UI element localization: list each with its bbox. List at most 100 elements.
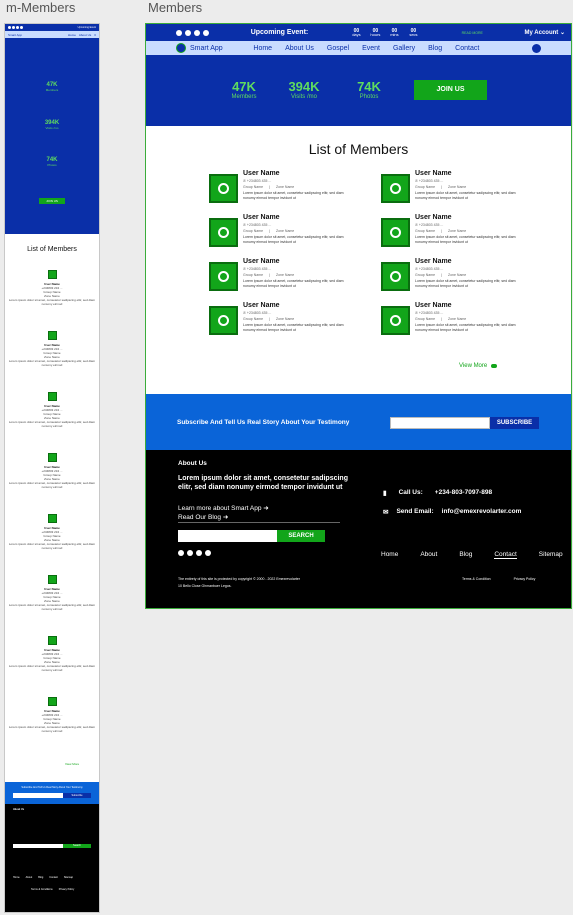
mobile-member-card[interactable]: User Name +234803 234 ... Group Name Zone N…: [5, 270, 99, 306]
nav-gallery[interactable]: Gallery: [393, 45, 415, 52]
mobile-footer-about[interactable]: About: [26, 876, 33, 879]
member-avatar: [47, 270, 57, 279]
facebook-icon[interactable]: [178, 550, 184, 556]
instagram-icon[interactable]: [194, 29, 200, 36]
mobile-nav-home[interactable]: Home: [68, 33, 76, 37]
terms-link[interactable]: Terms & Condition: [462, 577, 491, 581]
user-profile-icon[interactable]: [532, 43, 541, 53]
nav-blog[interactable]: Blog: [428, 45, 442, 52]
nav-event[interactable]: Event: [362, 45, 380, 52]
learn-more-link[interactable]: Learn more about Smart App ➜: [178, 504, 269, 513]
mobile-member-card[interactable]: User Name +234803 234 ... Group Name Zone N…: [5, 636, 99, 672]
call-us: ▮ Call Us: +234-803-7097-898: [383, 489, 492, 497]
mobile-footer-links: Home About Blog Contact Sitemap: [13, 876, 73, 879]
member-card[interactable]: User Name ✆ +234803 435 ... Group Name | Zon…: [209, 258, 359, 292]
mobile-member-card[interactable]: User Name +234803 234 ... Group Name Zone N…: [5, 514, 99, 550]
whatsapp-icon[interactable]: [20, 26, 23, 29]
join-us-button[interactable]: JOIN US: [414, 80, 487, 100]
mobile-subscribe-button[interactable]: Subscribe: [63, 793, 91, 798]
mobile-search-button[interactable]: Search: [63, 844, 91, 848]
mobile-member-card[interactable]: User Name +234803 234 ... Group Name Zone N…: [5, 697, 99, 733]
nav-contact[interactable]: Contact: [455, 45, 479, 52]
facebook-icon[interactable]: [176, 29, 182, 36]
footer-social-icons: [178, 550, 211, 556]
member-description: Lorem ipsum dolor sit amet, consetetur s…: [8, 725, 96, 733]
member-avatar: [209, 262, 238, 291]
mobile-footer-sitemap[interactable]: Sitemap: [64, 876, 73, 879]
email-value[interactable]: info@emexrevolarter.com: [442, 508, 522, 516]
mobile-member-card[interactable]: User Name +234803 234 ... Group Name Zone N…: [5, 453, 99, 489]
mobile-privacy-link[interactable]: Privacy Policy: [59, 888, 75, 891]
mobile-footer-blog[interactable]: Blog: [38, 876, 43, 879]
mobile-join-button[interactable]: JOIN US: [39, 198, 65, 204]
phone-icon: ▮: [383, 490, 387, 497]
footer-about[interactable]: About: [420, 551, 437, 559]
mobile-search-input[interactable]: [13, 844, 63, 848]
nav-about-us[interactable]: About Us: [285, 45, 314, 52]
youtube-icon[interactable]: [185, 29, 191, 36]
mobile-member-card[interactable]: User Name +234803 234 ... Group Name Zone N…: [5, 575, 99, 611]
member-avatar: [381, 306, 410, 335]
stat-members: 47K Members: [231, 79, 257, 100]
member-card[interactable]: User Name ✆ +234803 435 ... Group Name | Zon…: [381, 170, 531, 204]
mobile-hero: 47K Members 394K Visits /mo 74K Photos JOIN…: [5, 38, 99, 234]
search-icon: [390, 271, 401, 282]
brand[interactable]: Smart App: [176, 43, 223, 53]
search-icon: [390, 315, 401, 326]
email-label: Send Email:: [396, 508, 434, 515]
nav-links: Home About Us Gospel Event Gallery Blog …: [253, 45, 479, 52]
mobile-terms-link[interactable]: Terms & Conditions: [31, 888, 53, 891]
footer-links: Home About Blog Contact Sitemap: [381, 551, 563, 559]
read-more-link[interactable]: READ MORE: [462, 31, 483, 35]
brand-name: Smart App: [190, 44, 223, 52]
footer-contact[interactable]: Contact: [494, 551, 517, 559]
member-name: User Name: [415, 258, 452, 265]
member-description: Lorem ipsum dolor sit amet, consetetur s…: [243, 235, 344, 244]
facebook-icon[interactable]: [8, 26, 11, 29]
member-card[interactable]: User Name ✆ +234803 435 ... Group Name | Zon…: [209, 170, 359, 204]
subscribe-button[interactable]: SUBSCRIBE: [490, 417, 539, 429]
member-description: Lorem ipsum dolor sit amet, consetetur s…: [415, 279, 516, 288]
youtube-icon[interactable]: [12, 26, 15, 29]
nav-gospel[interactable]: Gospel: [327, 45, 349, 52]
read-blog-link[interactable]: Read Our Blog ➜: [178, 513, 269, 522]
member-name: User Name: [243, 258, 280, 265]
mobile-subscribe-input[interactable]: [13, 793, 63, 798]
mobile-brand[interactable]: Smart App: [8, 33, 22, 37]
mobile-footer: About Us Search Home About Blog Contact …: [5, 804, 99, 912]
footer-home[interactable]: Home: [381, 551, 398, 559]
member-group-zone: Group Name | Zone Name: [415, 229, 467, 233]
mobile-footer-home[interactable]: Home: [13, 876, 20, 879]
call-value[interactable]: +234-803-7097-898: [435, 489, 492, 497]
member-card[interactable]: User Name ✆ +234803 435 ... Group Name | Zon…: [381, 302, 531, 336]
nav-home[interactable]: Home: [253, 45, 272, 52]
whatsapp-icon[interactable]: [203, 29, 209, 36]
search-icon: [218, 183, 229, 194]
youtube-icon[interactable]: [187, 550, 193, 556]
mobile-nav-about[interactable]: About Us: [79, 33, 91, 37]
mobile-about-title: About Us: [13, 808, 25, 811]
footer-blog[interactable]: Blog: [459, 551, 472, 559]
instagram-icon[interactable]: [16, 26, 19, 29]
footer-search-input[interactable]: [178, 530, 277, 542]
footer: About Us Lorem ipsum dolor sit amet, con…: [146, 450, 571, 608]
mobile-frame-label: m-Members: [6, 0, 76, 15]
member-card[interactable]: User Name ✆ +234803 435 ... Group Name | Zon…: [381, 214, 531, 248]
mobile-member-card[interactable]: User Name +234803 234 ... Group Name Zone N…: [5, 392, 99, 428]
instagram-icon[interactable]: [196, 550, 202, 556]
privacy-link[interactable]: Privacy Policy: [514, 577, 536, 581]
view-more-link[interactable]: View More: [459, 363, 498, 369]
my-account-menu[interactable]: My Account ⌄: [525, 29, 565, 36]
member-card[interactable]: User Name ✆ +234803 435 ... Group Name | Zon…: [209, 214, 359, 248]
footer-search-button[interactable]: SEARCH: [277, 530, 325, 542]
member-card[interactable]: User Name ✆ +234803 435 ... Group Name | Zon…: [381, 258, 531, 292]
subscribe-email-input[interactable]: [390, 417, 490, 429]
mobile-footer-contact[interactable]: Contact: [49, 876, 58, 879]
whatsapp-icon[interactable]: [205, 550, 211, 556]
menu-icon[interactable]: ≡: [94, 33, 96, 37]
mobile-member-card[interactable]: User Name +234803 234 ... Group Name Zone N…: [5, 331, 99, 367]
member-avatar: [209, 174, 238, 203]
member-card[interactable]: User Name ✆ +234803 435 ... Group Name | Zon…: [209, 302, 359, 336]
footer-sitemap[interactable]: Sitemap: [539, 551, 563, 559]
mobile-view-more-link[interactable]: View More: [65, 762, 79, 766]
